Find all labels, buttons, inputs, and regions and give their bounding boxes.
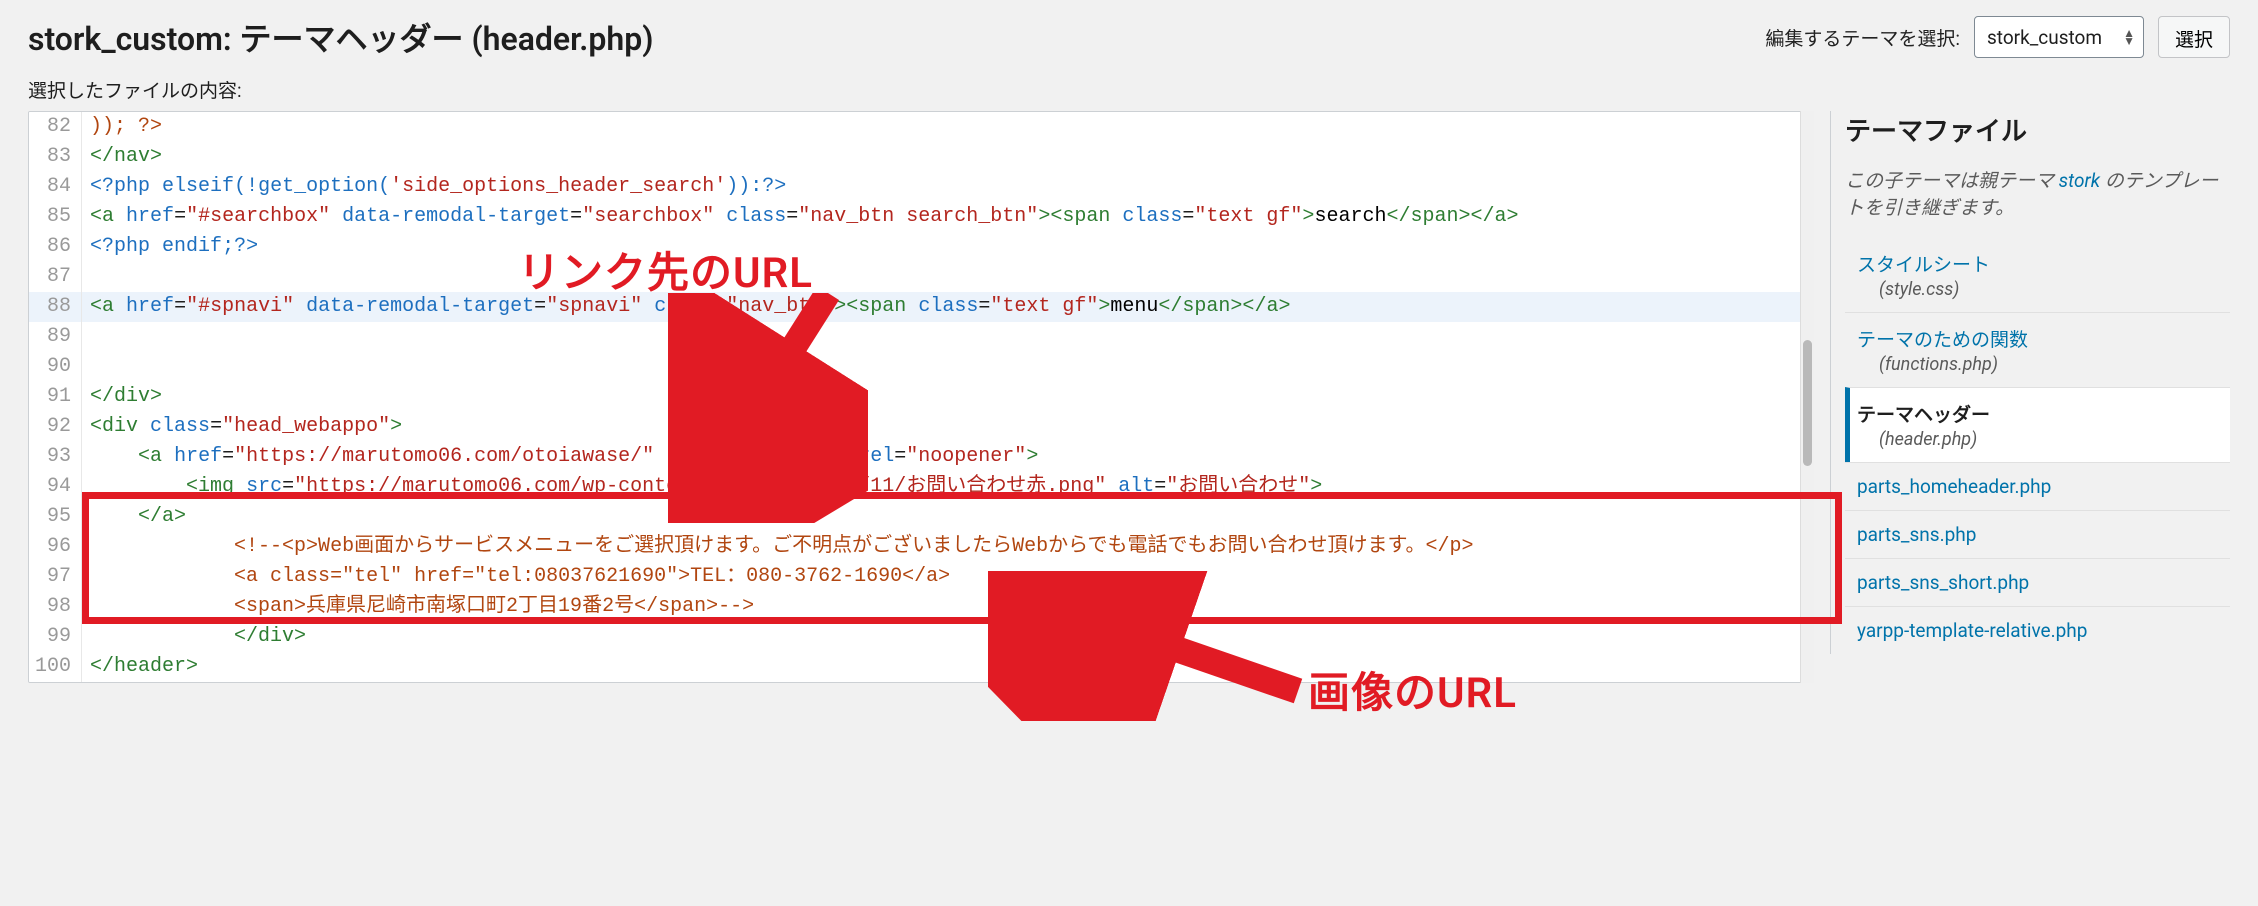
code-cell[interactable]: </div>: [82, 622, 1813, 652]
code-line[interactable]: 87: [29, 262, 1813, 292]
line-number: 91: [29, 382, 82, 412]
file-item-label: parts_homeheader.php: [1857, 475, 2051, 498]
code-line[interactable]: 88<a href="#spnavi" data-remodal-target=…: [29, 292, 1813, 322]
code-cell[interactable]: [82, 322, 1813, 352]
code-cell[interactable]: <a href="https://marutomo06.com/otoiawas…: [82, 442, 1813, 472]
file-item-label: yarpp-template-relative.php: [1857, 619, 2087, 642]
file-list: スタイルシート (style.css) テーマのための関数 (functions.ph…: [1845, 238, 2230, 654]
vertical-scrollbar[interactable]: [1800, 111, 1814, 683]
code-cell[interactable]: </nav>: [82, 142, 1813, 172]
file-item[interactable]: テーマのための関数 (functions.php): [1845, 312, 2230, 387]
file-item[interactable]: スタイルシート (style.css): [1845, 238, 2230, 312]
code-cell[interactable]: <?php endif;?>: [82, 232, 1813, 262]
code-cell[interactable]: <div class="head_webappo">: [82, 412, 1813, 442]
line-number: 86: [29, 232, 82, 262]
code-cell[interactable]: </a>: [82, 502, 1813, 532]
line-number: 97: [29, 562, 82, 592]
code-cell[interactable]: <?php elseif(!get_option('side_options_h…: [82, 172, 1813, 202]
file-item-filename: (functions.php): [1857, 354, 2230, 375]
code-cell[interactable]: <a class="tel" href="tel:08037621690">TE…: [82, 562, 1813, 592]
code-line[interactable]: 98 <span>兵庫県尼崎市南塚口町2丁目19番2号</span>-->: [29, 592, 1813, 622]
code-cell[interactable]: <img src="https://marutomo06.com/wp-cont…: [82, 472, 1813, 502]
theme-select-dropdown[interactable]: stork_custom ▲▼: [1974, 16, 2144, 58]
theme-select-label: 編集するテーマを選択:: [1765, 24, 1960, 51]
file-item[interactable]: yarpp-template-relative.php: [1845, 606, 2230, 654]
file-item-label: テーマヘッダー: [1857, 403, 1990, 426]
code-line[interactable]: 84<?php elseif(!get_option('side_options…: [29, 172, 1813, 202]
code-line[interactable]: 99 </div>: [29, 622, 1813, 652]
code-line[interactable]: 85<a href="#searchbox" data-remodal-targ…: [29, 202, 1813, 232]
line-number: 93: [29, 442, 82, 472]
code-cell[interactable]: </header>: [82, 652, 1813, 682]
sidebar-note-before: この子テーマは親テーマ: [1845, 169, 2059, 192]
file-item[interactable]: テーマヘッダー (header.php): [1845, 387, 2230, 462]
line-number: 89: [29, 322, 82, 352]
main-row: 82)); ?>83</nav>84<?php elseif(!get_opti…: [0, 111, 2258, 683]
dropdown-arrows-icon: ▲▼: [2123, 29, 2135, 45]
line-number: 82: [29, 112, 82, 142]
page-header: stork_custom: テーマヘッダー (header.php) 編集するテ…: [0, 0, 2258, 70]
code-editor[interactable]: 82)); ?>83</nav>84<?php elseif(!get_opti…: [28, 111, 1814, 683]
line-number: 85: [29, 202, 82, 232]
line-number: 83: [29, 142, 82, 172]
code-cell[interactable]: <a href="#spnavi" data-remodal-target="s…: [82, 292, 1813, 322]
code-line[interactable]: 92<div class="head_webappo">: [29, 412, 1813, 442]
code-cell[interactable]: <a href="#searchbox" data-remodal-target…: [82, 202, 1813, 232]
code-cell[interactable]: )); ?>: [82, 112, 1813, 142]
sidebar-title: テーマファイル: [1845, 111, 2230, 148]
file-item[interactable]: parts_sns.php: [1845, 510, 2230, 558]
file-item-label: テーマのための関数: [1857, 328, 2028, 351]
code-line[interactable]: 97 <a class="tel" href="tel:08037621690"…: [29, 562, 1813, 592]
theme-select-value: stork_custom: [1987, 26, 2102, 49]
code-line[interactable]: 96 <!--<p>Web画面からサービスメニューをご選択頂けます。ご不明点がご…: [29, 532, 1813, 562]
selected-file-label: 選択したファイルの内容:: [0, 70, 2258, 111]
code-line[interactable]: 90: [29, 352, 1813, 382]
page-title: stork_custom: テーマヘッダー (header.php): [28, 14, 653, 60]
file-item-label: parts_sns.php: [1857, 523, 1976, 546]
code-cell[interactable]: <span>兵庫県尼崎市南塚口町2丁目19番2号</span>-->: [82, 592, 1813, 622]
file-item[interactable]: parts_sns_short.php: [1845, 558, 2230, 606]
line-number: 100: [29, 652, 82, 682]
code-line[interactable]: 95 </a>: [29, 502, 1813, 532]
code-line[interactable]: 89: [29, 322, 1813, 352]
line-number: 84: [29, 172, 82, 202]
file-item-filename: (style.css): [1857, 279, 2230, 300]
file-item-filename: (header.php): [1857, 429, 2230, 450]
code-cell[interactable]: </div>: [82, 382, 1813, 412]
line-number: 88: [29, 292, 82, 322]
code-line[interactable]: 94 <img src="https://marutomo06.com/wp-c…: [29, 472, 1813, 502]
code-cell[interactable]: <!--<p>Web画面からサービスメニューをご選択頂けます。ご不明点がございま…: [82, 532, 1813, 562]
select-button[interactable]: 選択: [2158, 16, 2230, 58]
line-number: 95: [29, 502, 82, 532]
theme-files-sidebar: テーマファイル この子テーマは親テーマ stork のテンプレートを引き継ぎます…: [1830, 111, 2230, 654]
file-item-label: parts_sns_short.php: [1857, 571, 2029, 594]
code-cell[interactable]: [82, 262, 1813, 292]
file-item[interactable]: parts_homeheader.php: [1845, 462, 2230, 510]
line-number: 94: [29, 472, 82, 502]
code-cell[interactable]: [82, 352, 1813, 382]
scrollbar-thumb[interactable]: [1803, 340, 1812, 466]
line-number: 90: [29, 352, 82, 382]
theme-select-row: 編集するテーマを選択: stork_custom ▲▼ 選択: [1765, 16, 2230, 58]
code-line[interactable]: 100</header>: [29, 652, 1813, 682]
file-item-label: スタイルシート: [1857, 253, 1990, 276]
line-number: 92: [29, 412, 82, 442]
line-number: 96: [29, 532, 82, 562]
code-line[interactable]: 93 <a href="https://marutomo06.com/otoia…: [29, 442, 1813, 472]
editor-wrap: 82)); ?>83</nav>84<?php elseif(!get_opti…: [28, 111, 1814, 683]
code-line[interactable]: 91</div>: [29, 382, 1813, 412]
code-line[interactable]: 82)); ?>: [29, 112, 1813, 142]
line-number: 99: [29, 622, 82, 652]
line-number: 87: [29, 262, 82, 292]
sidebar-note: この子テーマは親テーマ stork のテンプレートを引き継ぎます。: [1845, 166, 2230, 220]
parent-theme-link[interactable]: stork: [2059, 169, 2100, 192]
line-number: 98: [29, 592, 82, 622]
code-line[interactable]: 86<?php endif;?>: [29, 232, 1813, 262]
code-line[interactable]: 83</nav>: [29, 142, 1813, 172]
